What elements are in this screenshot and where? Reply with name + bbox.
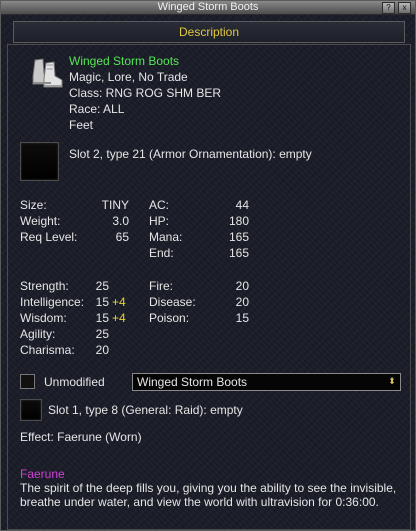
resist-value: 20: [235, 295, 249, 309]
ac-label: AC:: [149, 198, 170, 212]
resist-label: Poison:: [149, 311, 190, 325]
unmodified-checkbox[interactable]: [20, 374, 35, 389]
reqlevel-value: 65: [115, 230, 129, 244]
attr-label: Strength:: [20, 279, 69, 293]
updown-arrow-icon[interactable]: ⬍: [387, 376, 397, 386]
description-header: Description: [13, 21, 405, 43]
attr-label: Intelligence:: [20, 295, 85, 309]
aug-slot-1-box[interactable]: [20, 399, 42, 421]
close-button[interactable]: x: [398, 2, 411, 14]
item-race: Race: ALL: [69, 102, 125, 116]
spell-name[interactable]: Faerune: [20, 467, 65, 481]
spell-description: The spirit of the deep fills you, giving…: [20, 481, 397, 509]
end-value: 165: [228, 246, 249, 260]
aug-slot-2-text: Slot 2, type 21 (Armor Ornamentation): e…: [69, 147, 312, 161]
item-flags: Magic, Lore, No Trade: [69, 70, 188, 84]
item-class: Class: RNG ROG SHM BER: [69, 86, 222, 100]
size-label: Size:: [20, 198, 47, 212]
window-title: Winged Storm Boots: [157, 1, 259, 13]
attr-label: Agility:: [20, 327, 56, 341]
weight-label: Weight:: [20, 214, 61, 228]
help-button[interactable]: ?: [382, 2, 395, 14]
resist-label: Disease:: [149, 295, 196, 309]
end-label: End:: [149, 246, 174, 260]
size-value: TINY: [101, 198, 129, 212]
attr-value: 25: [95, 279, 109, 293]
attr-value: 15: [95, 311, 109, 325]
resist-label: Fire:: [149, 279, 173, 293]
item-version-dropdown[interactable]: Winged Storm Boots ⬍: [132, 373, 401, 391]
hp-value: 180: [228, 214, 249, 228]
attr-modifier: +4: [112, 311, 126, 325]
attr-value: 25: [95, 327, 109, 341]
hp-label: HP:: [149, 214, 170, 228]
title-bar[interactable]: Winged Storm Boots ? x: [1, 1, 415, 15]
attr-label: Charisma:: [20, 343, 75, 357]
dropdown-selected-value: Winged Storm Boots: [137, 375, 248, 389]
mana-label: Mana:: [149, 230, 183, 244]
weight-value: 3.0: [112, 214, 129, 228]
attr-modifier: +4: [112, 295, 126, 309]
ac-value: 44: [235, 198, 249, 212]
reqlevel-label: Req Level:: [20, 230, 78, 244]
attr-value: 20: [95, 343, 109, 357]
aug-slot-1-text: Slot 1, type 8 (General: Raid): empty: [48, 403, 243, 417]
description-header-label: Description: [178, 25, 240, 39]
item-name: Winged Storm Boots: [69, 54, 180, 68]
attr-value: 15: [95, 295, 109, 309]
boots-icon: [32, 58, 63, 88]
attr-label: Wisdom:: [20, 311, 67, 325]
aug-slot-2-box[interactable]: [20, 142, 59, 181]
resist-value: 15: [235, 311, 249, 325]
item-slot: Feet: [69, 118, 94, 132]
mana-value: 165: [228, 230, 249, 244]
resist-value: 20: [235, 279, 249, 293]
unmodified-label: Unmodified: [44, 375, 105, 389]
item-display-window: Winged Storm Boots ? x Description Winge…: [0, 0, 416, 531]
effect-text: Effect: Faerune (Worn): [20, 430, 142, 444]
